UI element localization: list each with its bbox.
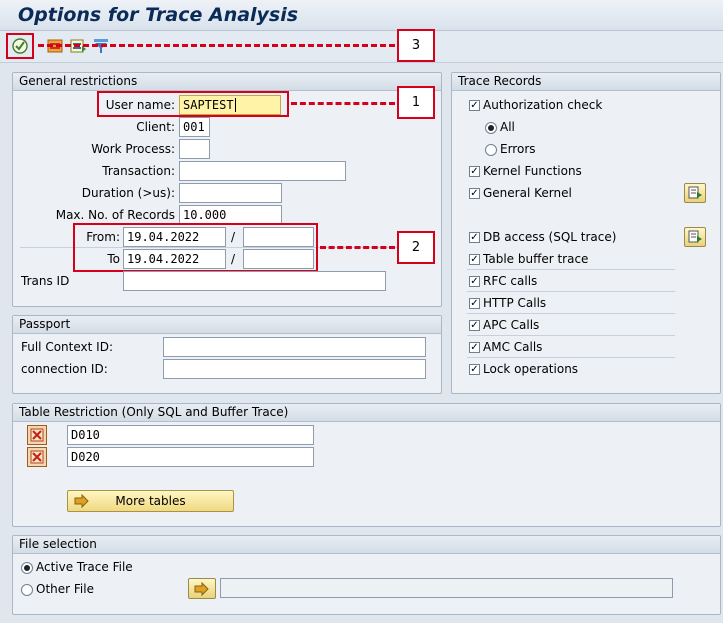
active-trace-file-label: Active Trace File [36,560,133,574]
other-file-radio[interactable] [21,584,33,596]
lock-operations-label: Lock operations [483,362,579,376]
http-calls-label: HTTP Calls [483,296,547,310]
http-calls-checkbox[interactable]: ✓ [469,298,480,309]
amc-calls-checkbox[interactable]: ✓ [469,342,480,353]
transaction-input[interactable] [179,161,346,181]
connection-id-label: connection ID: [21,362,108,376]
callout-1: 1 [397,86,435,119]
errors-label: Errors [500,142,536,156]
details-icon [688,230,702,243]
active-trace-file-radio[interactable] [21,562,33,574]
records-separator [467,335,675,336]
lock-operations-checkbox[interactable]: ✓ [469,364,480,375]
execute-highlight [6,33,34,59]
delete-table-2-button[interactable] [27,447,47,467]
duration-label: Duration (>us): [81,186,175,200]
toolbar [0,31,723,63]
table-restriction-header: Table Restriction (Only SQL and Buffer T… [13,404,720,422]
user-name-highlight [97,91,289,117]
max-records-input[interactable]: 10.000 [179,205,282,225]
arrow-right-icon [194,582,209,596]
amc-calls-label: AMC Calls [483,340,543,354]
apc-calls-checkbox[interactable]: ✓ [469,320,480,331]
delete-row-icon [30,450,44,464]
general-kernel-checkbox[interactable]: ✓ [469,188,480,199]
delete-row-icon [30,428,44,442]
callout-3-line [38,44,395,47]
table-2-input[interactable]: D020 [67,447,314,467]
table-1-input[interactable]: D010 [67,425,314,445]
passport-header: Passport [13,316,441,334]
browse-file-button[interactable] [188,578,216,599]
authorization-check-checkbox[interactable]: ✓ [469,100,480,111]
other-file-path-input[interactable] [220,578,673,598]
callout-2: 2 [397,231,435,264]
transaction-label: Transaction: [102,164,175,178]
trans-id-input[interactable] [123,271,386,291]
client-input[interactable]: 001 [179,117,210,137]
kernel-functions-checkbox[interactable]: ✓ [469,166,480,177]
kernel-functions-label: Kernel Functions [483,164,582,178]
general-kernel-label: General Kernel [483,186,572,200]
all-radio[interactable] [485,122,497,134]
work-process-input[interactable] [179,139,210,159]
records-separator [467,291,675,292]
records-separator [467,357,675,358]
db-access-label: DB access (SQL trace) [483,230,617,244]
general-kernel-options-button[interactable] [684,183,706,203]
title-bar: Options for Trace Analysis [0,0,723,31]
full-context-id-label: Full Context ID: [21,340,113,354]
authorization-check-label: Authorization check [483,98,603,112]
db-access-options-button[interactable] [684,227,706,247]
delete-table-1-button[interactable] [27,425,47,445]
date-range-highlight [73,223,318,272]
duration-input[interactable] [179,183,282,203]
general-restrictions-header: General restrictions [13,73,441,91]
errors-radio[interactable] [485,144,497,156]
db-access-checkbox[interactable]: ✓ [469,232,480,243]
full-context-id-input[interactable] [163,337,426,357]
more-tables-button[interactable]: More tables [67,490,234,512]
callout-1-line [291,102,395,105]
file-selection-header: File selection [13,536,720,554]
table-buffer-checkbox[interactable]: ✓ [469,254,480,265]
max-records-label: Max. No. of Records [55,208,175,222]
rfc-calls-checkbox[interactable]: ✓ [469,276,480,287]
table-buffer-label: Table buffer trace [483,252,589,266]
apc-calls-label: APC Calls [483,318,540,332]
details-icon [688,186,702,199]
connection-id-input[interactable] [163,359,426,379]
all-label: All [500,120,515,134]
other-file-label: Other File [36,582,94,596]
records-separator [467,269,675,270]
callout-2-line [320,246,395,249]
trace-records-header: Trace Records [452,73,720,91]
client-label: Client: [136,120,175,134]
trans-id-label: Trans ID [21,274,70,288]
window-title: Options for Trace Analysis [18,4,299,26]
more-tables-label: More tables [115,494,186,508]
callout-3: 3 [397,29,435,62]
work-process-label: Work Process: [91,142,175,156]
rfc-calls-label: RFC calls [483,274,538,288]
records-separator [467,313,675,314]
